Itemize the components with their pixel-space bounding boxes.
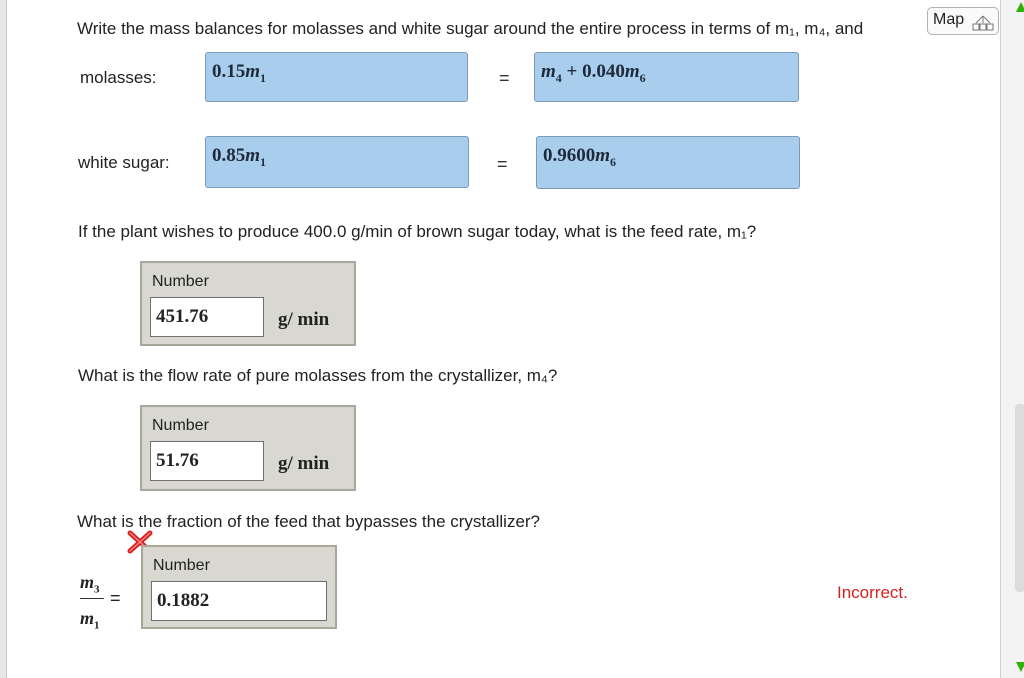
map-button-label: Map (933, 11, 965, 28)
feedback-incorrect: Incorrect. (837, 583, 908, 602)
molasses-right-input[interactable]: m4 + 0.040m6 (534, 52, 799, 102)
molasses-flow-unit: g/ min (278, 453, 330, 474)
feed-rate-answer-panel: Number 451.76 g/ min (140, 261, 356, 346)
feed-rate-unit: g/ min (278, 309, 330, 330)
feed-rate-input[interactable]: 451.76 (150, 297, 264, 337)
molasses-left-input[interactable]: 0.15m1 (205, 52, 468, 102)
question-mass-balances: Write the mass balances for molasses and… (77, 19, 864, 38)
map-button[interactable]: Map (927, 7, 999, 35)
molasses-flow-answer-panel: Number 51.76 g/ min (140, 405, 356, 491)
molasses-flow-input[interactable]: 51.76 (150, 441, 264, 481)
fraction-denominator: m1 (80, 608, 100, 632)
scroll-down-icon[interactable] (1016, 662, 1024, 672)
white-sugar-equals: = (497, 154, 508, 174)
fraction-numerator: m3 (80, 572, 100, 596)
fraction-equals: = (110, 588, 121, 608)
molasses-equals: = (499, 68, 510, 88)
scroll-up-icon[interactable] (1016, 2, 1024, 12)
bypass-fraction-input[interactable]: 0.1882 (151, 581, 327, 621)
scrollbar[interactable] (1000, 0, 1024, 678)
question-bypass-fraction: What is the fraction of the feed that by… (77, 512, 541, 531)
map-icon (972, 15, 994, 31)
left-edge (0, 0, 7, 678)
number-label: Number (153, 557, 210, 574)
fraction-bar (80, 598, 104, 599)
molasses-label: molasses: (80, 68, 157, 87)
bypass-answer-panel: Number 0.1882 (141, 545, 337, 629)
number-label: Number (152, 273, 209, 290)
question-feed-rate: If the plant wishes to produce 400.0 g/m… (78, 222, 757, 241)
white-sugar-right-input[interactable]: 0.9600m6 (536, 136, 800, 189)
question-molasses-flow: What is the flow rate of pure molasses f… (78, 366, 558, 385)
white-sugar-label: white sugar: (78, 153, 170, 172)
white-sugar-left-input[interactable]: 0.85m1 (205, 136, 469, 188)
number-label: Number (152, 417, 209, 434)
scroll-thumb[interactable] (1015, 404, 1024, 592)
